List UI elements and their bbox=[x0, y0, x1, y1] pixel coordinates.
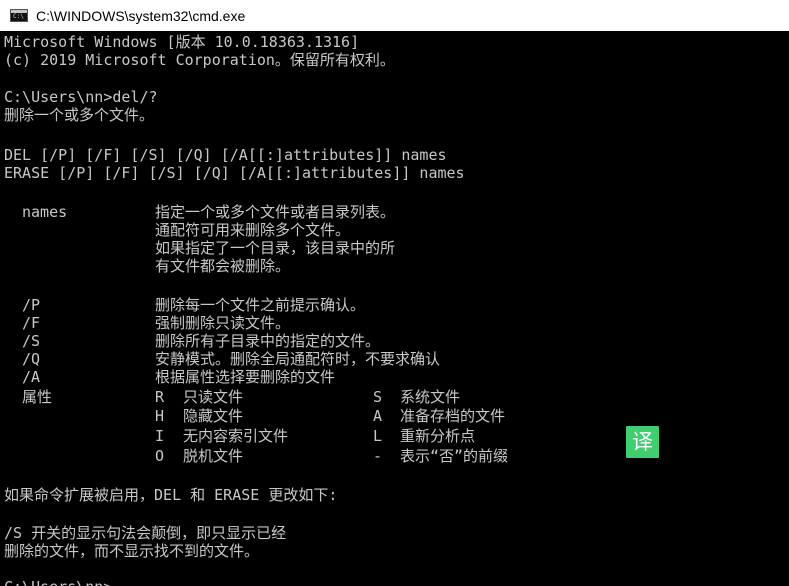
switch-desc: 根据属性选择要删除的文件 bbox=[155, 368, 336, 386]
attribute-code: R bbox=[155, 388, 165, 406]
names-desc-line: 指定一个或多个文件或者目录列表。 bbox=[155, 203, 396, 221]
console-icon bbox=[10, 9, 28, 22]
names-desc-line: 通配符可用来删除多个文件。 bbox=[155, 221, 351, 239]
translate-button[interactable]: 译 bbox=[626, 426, 659, 458]
command-prompt: C:\Users\nn> bbox=[4, 578, 112, 586]
cmd-window: C:\WINDOWS\system32\cmd.exe Microsoft Wi… bbox=[0, 0, 789, 586]
attribute-code: H bbox=[155, 407, 165, 425]
del-syntax: DEL [/P] [/F] [/S] [/Q] [/A[[:]attribute… bbox=[4, 146, 447, 164]
attribute-desc: 脱机文件 bbox=[183, 447, 244, 465]
copyright-line: (c) 2019 Microsoft Corporation。保留所有权利。 bbox=[4, 51, 395, 69]
attribute-code: S bbox=[373, 388, 383, 406]
switch-desc: 删除所有子目录中的指定的文件。 bbox=[155, 332, 381, 350]
attribute-code: - bbox=[373, 447, 383, 465]
attribute-desc: 隐藏文件 bbox=[183, 407, 244, 425]
attribute-desc: 表示“否”的前缀 bbox=[400, 447, 509, 465]
attribute-code: I bbox=[155, 427, 165, 445]
switch-desc: 删除每一个文件之前提示确认。 bbox=[155, 296, 366, 314]
s-switch-note: 删除的文件，而不显示找不到的文件。 bbox=[4, 542, 260, 560]
attribute-code: O bbox=[155, 447, 165, 465]
switch-flag: /S bbox=[22, 332, 41, 350]
attribute-desc: 重新分析点 bbox=[400, 427, 476, 445]
switch-desc: 强制删除只读文件。 bbox=[155, 314, 291, 332]
names-desc-line: 如果指定了一个目录，该目录中的所 bbox=[155, 239, 396, 257]
attribute-desc: 无内容索引文件 bbox=[183, 427, 289, 445]
console-output[interactable]: Microsoft Windows [版本 10.0.18363.1316] (… bbox=[0, 31, 789, 586]
names-desc-line: 有文件都会被删除。 bbox=[155, 257, 291, 275]
title-bar[interactable]: C:\WINDOWS\system32\cmd.exe bbox=[0, 0, 789, 31]
attribute-desc: 系统文件 bbox=[400, 388, 461, 406]
switch-flag: /F bbox=[22, 314, 41, 332]
command-description: 删除一个或多个文件。 bbox=[4, 106, 155, 124]
s-switch-note: /S 开关的显示句法会颠倒，即只显示已经 bbox=[4, 524, 287, 542]
attribute-desc: 只读文件 bbox=[183, 388, 244, 406]
attributes-label: 属性 bbox=[22, 388, 53, 406]
erase-syntax: ERASE [/P] [/F] [/S] [/Q] [/A[[:]attribu… bbox=[4, 164, 465, 182]
attribute-code: A bbox=[373, 407, 383, 425]
switch-desc: 安静模式。删除全局通配符时，不要求确认 bbox=[155, 350, 441, 368]
attribute-desc: 准备存档的文件 bbox=[400, 407, 506, 425]
names-label: names bbox=[22, 203, 68, 221]
command-line: C:\Users\nn>del/? bbox=[4, 88, 158, 106]
attribute-code: L bbox=[373, 427, 383, 445]
window-title: C:\WINDOWS\system32\cmd.exe bbox=[36, 7, 246, 24]
switch-flag: /P bbox=[22, 296, 41, 314]
version-line: Microsoft Windows [版本 10.0.18363.1316] bbox=[4, 33, 360, 51]
extension-note: 如果命令扩展被启用，DEL 和 ERASE 更改如下: bbox=[4, 486, 338, 504]
switch-flag: /Q bbox=[22, 350, 41, 368]
switch-flag: /A bbox=[22, 368, 41, 386]
